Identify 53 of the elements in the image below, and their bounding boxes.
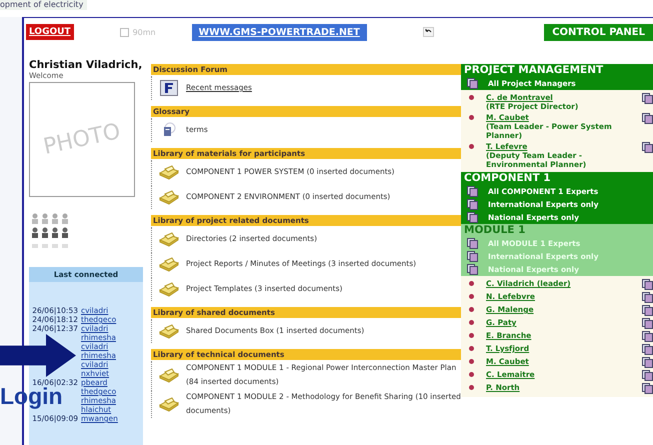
- folder-icon[interactable]: [159, 164, 179, 180]
- bullet-icon: [469, 294, 474, 299]
- folder-icon[interactable]: [159, 231, 179, 247]
- bullet-icon: [469, 95, 474, 100]
- folder-icon[interactable]: [159, 396, 179, 412]
- undo-icon[interactable]: [422, 27, 434, 37]
- contacts-icon[interactable]: [467, 186, 478, 197]
- folder-icon[interactable]: [159, 281, 179, 297]
- session-timer: 90mn: [132, 28, 156, 36]
- group-header: MODULE 1: [463, 224, 526, 237]
- contacts-icon[interactable]: [467, 251, 478, 262]
- contacts-icon[interactable]: [467, 199, 478, 210]
- group-header: COMPONENT 1: [463, 172, 552, 185]
- site-link[interactable]: WWW.GMS-POWERTRADE.NET: [192, 24, 367, 40]
- contact-card-icon[interactable]: [642, 142, 653, 153]
- folder-icon[interactable]: [159, 367, 179, 383]
- contact-card-icon[interactable]: [642, 292, 653, 303]
- contact-card-icon[interactable]: [642, 370, 653, 381]
- logout-button[interactable]: LOGOUT: [26, 24, 74, 40]
- bullet-icon: [469, 281, 474, 286]
- contacts-icon[interactable]: [467, 238, 478, 249]
- forum-icon[interactable]: [160, 80, 178, 96]
- checkbox[interactable]: [120, 28, 129, 36]
- bullet-icon: [469, 115, 474, 120]
- contact-card-icon[interactable]: [642, 318, 653, 329]
- bullet-icon: [469, 372, 474, 377]
- folder-icon[interactable]: [159, 189, 179, 205]
- contact-card-icon[interactable]: [642, 383, 653, 394]
- bullet-icon: [469, 359, 474, 364]
- bullet-icon: [469, 144, 474, 149]
- background-page-text: opment of electricity: [0, 0, 88, 10]
- bullet-icon: [469, 346, 474, 351]
- folder-icon[interactable]: [159, 323, 179, 339]
- folder-icon[interactable]: [159, 256, 179, 272]
- bullet-icon: [469, 320, 474, 325]
- contact-card-icon[interactable]: [642, 344, 653, 355]
- bullet-icon: [469, 385, 474, 390]
- contacts-icon[interactable]: [467, 212, 478, 223]
- bullet-icon: [469, 333, 474, 338]
- control-panel-button[interactable]: CONTROL PANEL: [544, 24, 653, 40]
- contact-card-icon[interactable]: [642, 279, 653, 290]
- group-header: PROJECT MANAGEMENT: [463, 64, 604, 77]
- contact-card-icon[interactable]: [642, 93, 653, 104]
- contact-card-icon[interactable]: [642, 357, 653, 368]
- contact-card-icon[interactable]: [642, 113, 653, 124]
- user-name: Christian Viladrich,: [29, 59, 144, 71]
- document-icon[interactable]: [162, 122, 176, 138]
- contact-card-icon[interactable]: [642, 331, 653, 342]
- bullet-icon: [469, 307, 474, 312]
- contacts-icon[interactable]: [467, 78, 478, 89]
- contact-card-icon[interactable]: [642, 305, 653, 316]
- contacts-icon[interactable]: [467, 264, 478, 275]
- arrow-icon: [0, 334, 76, 377]
